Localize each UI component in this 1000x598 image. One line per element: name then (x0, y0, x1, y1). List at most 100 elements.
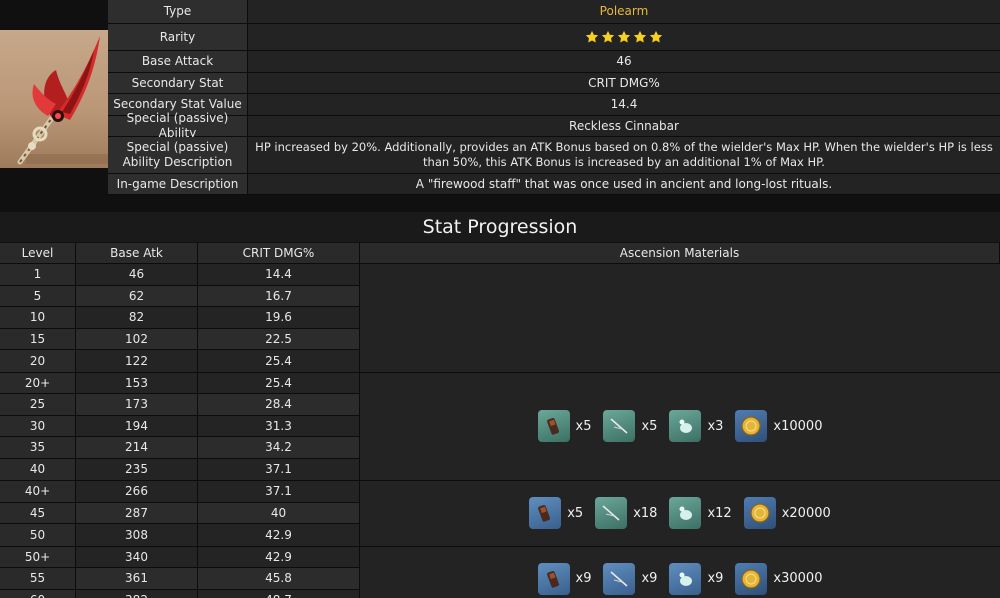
crit-cell: 22.5 (198, 328, 360, 349)
header-level: Level (0, 243, 76, 263)
level-cell: 25 (0, 394, 76, 415)
level-group: 50+34042.95536145.86038248.7x9x9x9x30000 (0, 546, 1000, 598)
base-atk-cell: 153 (76, 372, 198, 393)
table-row: 30 194 31.3 (0, 415, 360, 437)
base-atk-cell: 235 (76, 458, 198, 480)
stat-progression-table: Level Base Atk CRIT DMG% Ascension Mater… (0, 243, 1000, 598)
table-row: 20 122 25.4 (0, 350, 360, 372)
material-item: x10000 (735, 410, 823, 443)
ingame-description: A "firewood staff" that was once used in… (248, 174, 1000, 194)
base-atk-cell: 287 (76, 502, 198, 523)
mora-coin-icon (735, 410, 768, 443)
star-icon (585, 30, 599, 43)
base-atk-cell: 266 (76, 481, 198, 502)
weapon-info-panel: Type Polearm Rarity Base Attack 46 Secon… (0, 0, 1000, 198)
header-materials: Ascension Materials (360, 243, 1000, 263)
base-atk-cell: 361 (76, 568, 198, 589)
crit-cell: 16.7 (198, 285, 360, 306)
crit-cell: 40 (198, 502, 360, 523)
material-count: x10000 (773, 418, 823, 434)
base-atk-cell: 122 (76, 350, 198, 372)
weapon-image (0, 30, 108, 168)
material-item: x5 (603, 410, 657, 443)
level-cell: 45 (0, 502, 76, 523)
material-item: x5 (537, 410, 592, 443)
table-row: 1 46 14.4 (0, 264, 360, 286)
header-base-atk: Base Atk (76, 243, 198, 263)
base-atk-cell: 308 (76, 524, 198, 546)
crit-cell: 28.4 (198, 394, 360, 415)
crit-cell: 37.1 (198, 481, 360, 502)
passive-ability-description: HP increased by 20%. Additionally, provi… (248, 137, 1000, 173)
ascension-materials: x9 x9 x9 x30000 (360, 546, 1000, 598)
crit-cell: 42.9 (198, 546, 360, 567)
level-group: 1 46 14.4 5 62 16.7 10 82 19.6 15 102 22.5 20 122 25.4 (0, 264, 1000, 373)
weapon-material-icon (537, 562, 570, 595)
table-row: 40+ 266 37.1 (0, 481, 360, 503)
secondary-stat-value: CRIT DMG% (248, 73, 1000, 93)
stat-progression-title: Stat Progression (0, 212, 1000, 242)
crit-cell: 31.3 (198, 415, 360, 436)
level-cell: 40+ (0, 481, 76, 502)
progression-groups: 1 46 14.4 5 62 16.7 10 82 19.6 15 102 22.5 20 122 25.4… (0, 264, 1000, 598)
level-cell: 60 (0, 589, 76, 598)
header-crit: CRIT DMG% (198, 243, 360, 263)
elite-drop-icon (603, 562, 636, 595)
info-row-ingame-description: In-game Description A "firewood staff" t… (108, 174, 1000, 195)
material-count: x30000 (773, 571, 823, 587)
level-cell: 35 (0, 437, 76, 458)
material-item: x9 (537, 562, 591, 595)
level-group: 40+ 266 37.1 45 287 40 50 308 42.9 x5 x18 x12 x20000 (0, 481, 1000, 547)
weapon-material-icon (529, 497, 562, 530)
weapon-material-icon (537, 410, 570, 443)
base-atk-cell: 62 (76, 285, 198, 306)
level-cell: 50 (0, 524, 76, 546)
material-item: x9 (603, 562, 657, 595)
table-row: 15 102 22.5 (0, 328, 360, 350)
material-count: x5 (575, 418, 592, 434)
material-count: x5 (567, 505, 584, 521)
material-item: x20000 (743, 497, 831, 530)
crit-cell: 34.2 (198, 437, 360, 458)
base-atk-cell: 340 (76, 546, 198, 567)
crit-cell: 19.6 (198, 307, 360, 328)
table-row: 35 214 34.2 (0, 437, 360, 459)
star-icon (633, 30, 647, 43)
info-row-base-attack: Base Attack 46 (108, 51, 1000, 73)
star-icon (649, 30, 663, 43)
secondary-stat-number: 14.4 (248, 94, 1000, 115)
elite-drop-icon (603, 410, 636, 443)
table-row: 50+ 340 42.9 (0, 546, 360, 568)
crit-cell: 42.9 (198, 524, 360, 546)
rarity-stars (585, 30, 663, 44)
base-attack-value: 46 (248, 51, 1000, 72)
base-atk-cell: 194 (76, 415, 198, 436)
base-atk-cell: 102 (76, 328, 198, 349)
polearm-icon (17, 36, 108, 165)
level-cell: 30 (0, 415, 76, 436)
table-row: 6038248.7 (0, 589, 360, 598)
table-row: 10 82 19.6 (0, 307, 360, 329)
weapon-type-value: Polearm (248, 0, 1000, 23)
table-header: Level Base Atk CRIT DMG% Ascension Mater… (0, 243, 1000, 264)
ascension-materials (360, 264, 1000, 372)
material-count: x9 (707, 571, 724, 587)
material-count: x20000 (781, 505, 831, 521)
material-count: x3 (707, 418, 724, 434)
table-row: 45 287 40 (0, 502, 360, 524)
base-atk-cell: 382 (76, 589, 198, 598)
material-count: x18 (633, 505, 658, 521)
material-item: x9 (669, 562, 724, 595)
material-item: x12 (669, 497, 732, 530)
info-label: Base Attack (108, 51, 248, 72)
common-drop-icon (669, 497, 702, 530)
level-cell: 20 (0, 350, 76, 372)
crit-cell: 25.4 (198, 372, 360, 393)
mora-coin-icon (735, 562, 768, 595)
info-label: In-game Description (108, 174, 248, 194)
base-atk-cell: 173 (76, 394, 198, 415)
common-drop-icon (669, 410, 702, 443)
material-item: x5 (529, 497, 584, 530)
level-group: 20+ 153 25.4 25 173 28.4 30 194 31.3 35 214 34.2 40 2… (0, 372, 1000, 481)
info-label: Type (108, 0, 248, 23)
